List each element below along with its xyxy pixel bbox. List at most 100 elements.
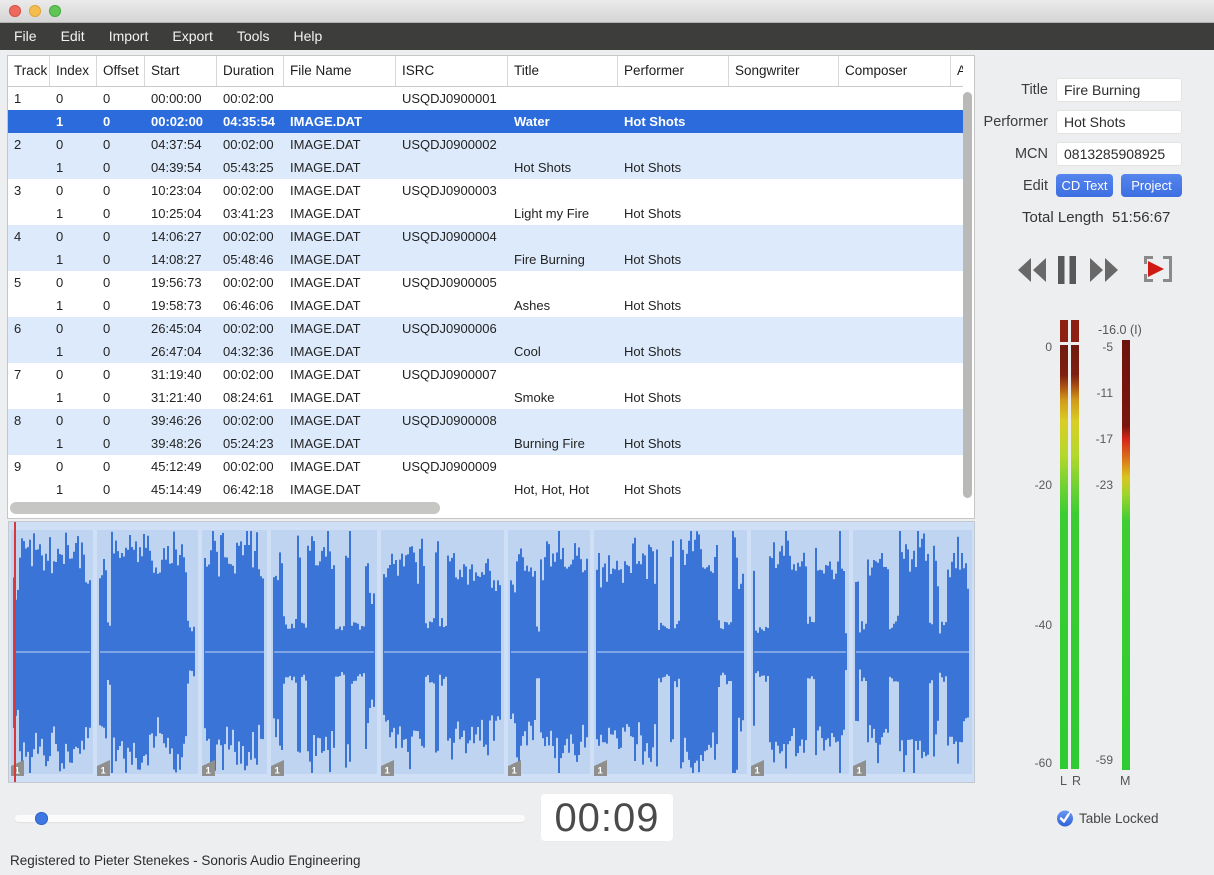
cell-performer: Hot Shots: [618, 386, 729, 409]
cell-isrc: [396, 248, 508, 271]
cell-performer: [618, 455, 729, 478]
cell-offset: 0: [97, 478, 145, 501]
cell-start: 26:47:04: [145, 340, 217, 363]
cd-text-button[interactable]: CD Text: [1056, 174, 1113, 197]
column-header-songwriter[interactable]: Songwriter: [729, 56, 839, 86]
cell-start: 19:58:73: [145, 294, 217, 317]
cell-title: Light my Fire: [508, 202, 618, 225]
cell-title: [508, 271, 618, 294]
cell-songwriter: [729, 133, 839, 156]
cell-duration: 03:41:23: [217, 202, 284, 225]
column-header-duration[interactable]: Duration: [217, 56, 284, 86]
rewind-button[interactable]: [1016, 257, 1048, 288]
playback-slider[interactable]: [15, 815, 525, 822]
table-row[interactable]: 80039:46:2600:02:00IMAGE.DATUSQDJ0900008: [8, 409, 963, 432]
column-header-offset[interactable]: Offset: [97, 56, 145, 86]
waveform-display[interactable]: 111111111: [8, 521, 975, 783]
table-row[interactable]: 1019:58:7306:46:06IMAGE.DATAshesHot Shot…: [8, 294, 963, 317]
cell-index: 0: [50, 87, 97, 110]
table-row[interactable]: 90045:12:4900:02:00IMAGE.DATUSQDJ0900009: [8, 455, 963, 478]
table-row[interactable]: 20004:37:5400:02:00IMAGE.DATUSQDJ0900002: [8, 133, 963, 156]
cell-isrc: USQDJ0900008: [396, 409, 508, 432]
table-row[interactable]: 30010:23:0400:02:00IMAGE.DATUSQDJ0900003: [8, 179, 963, 202]
horizontal-scrollbar[interactable]: [10, 502, 440, 514]
cell-duration: 00:02:00: [217, 317, 284, 340]
cell-start: 10:25:04: [145, 202, 217, 225]
menu-tools[interactable]: Tools: [225, 23, 282, 50]
svg-text:1: 1: [101, 766, 107, 777]
performer-label: Performer: [984, 114, 1048, 130]
cell-file: IMAGE.DAT: [284, 386, 396, 409]
cell-track: 8: [8, 409, 50, 432]
cell-performer: [618, 179, 729, 202]
table-row[interactable]: 1039:48:2605:24:23IMAGE.DATBurning FireH…: [8, 432, 963, 455]
menu-export[interactable]: Export: [160, 23, 224, 50]
performer-field[interactable]: Hot Shots: [1056, 110, 1182, 134]
table-row[interactable]: 10000:00:0000:02:00USQDJ0900001: [8, 87, 963, 110]
table-row[interactable]: 70031:19:4000:02:00IMAGE.DATUSQDJ0900007: [8, 363, 963, 386]
pause-button[interactable]: [1057, 256, 1077, 289]
title-field[interactable]: Fire Burning: [1056, 78, 1182, 102]
table-row[interactable]: 1026:47:0404:32:36IMAGE.DATCoolHot Shots: [8, 340, 963, 363]
column-header-composer[interactable]: Composer: [839, 56, 951, 86]
cell-start: 04:37:54: [145, 133, 217, 156]
table-row[interactable]: 1031:21:4008:24:61IMAGE.DATSmokeHot Shot…: [8, 386, 963, 409]
menu-help[interactable]: Help: [282, 23, 335, 50]
cell-performer: Hot Shots: [618, 248, 729, 271]
cell-isrc: [396, 386, 508, 409]
mcn-field[interactable]: 0813285908925: [1056, 142, 1182, 166]
column-header-performer[interactable]: Performer: [618, 56, 729, 86]
menu-file[interactable]: File: [2, 23, 49, 50]
cell-duration: 00:02:00: [217, 133, 284, 156]
table-row[interactable]: 1000:02:0004:35:54IMAGE.DATWaterHot Shot…: [8, 110, 963, 133]
cell-file: IMAGE.DAT: [284, 179, 396, 202]
cell-arranger: [951, 156, 963, 179]
cell-offset: 0: [97, 179, 145, 202]
fast-forward-button[interactable]: [1088, 257, 1120, 288]
column-header-file-name[interactable]: File Name: [284, 56, 396, 86]
table-row[interactable]: 40014:06:2700:02:00IMAGE.DATUSQDJ0900004: [8, 225, 963, 248]
cell-file: IMAGE.DAT: [284, 363, 396, 386]
cell-start: 26:45:04: [145, 317, 217, 340]
project-button[interactable]: Project: [1121, 174, 1182, 197]
column-header-track[interactable]: Track: [8, 56, 50, 86]
column-header-isrc[interactable]: ISRC: [396, 56, 508, 86]
table-row[interactable]: 1045:14:4906:42:18IMAGE.DATHot, Hot, Hot…: [8, 478, 963, 501]
cell-title: Smoke: [508, 386, 618, 409]
cell-title: [508, 133, 618, 156]
cell-songwriter: [729, 409, 839, 432]
cell-track: 1: [8, 87, 50, 110]
column-header-title[interactable]: Title: [508, 56, 618, 86]
mcn-label: MCN: [1015, 146, 1048, 162]
menu-import[interactable]: Import: [97, 23, 161, 50]
lr-scale-20: -20: [1020, 478, 1052, 492]
playback-slider-thumb[interactable]: [35, 812, 48, 825]
zoom-button[interactable]: [49, 5, 61, 17]
table-locked-checkbox[interactable]: [1056, 809, 1074, 832]
table-row[interactable]: 1004:39:5405:43:25IMAGE.DATHot ShotsHot …: [8, 156, 963, 179]
table-row[interactable]: 60026:45:0400:02:00IMAGE.DATUSQDJ0900006: [8, 317, 963, 340]
play-selection-button[interactable]: [1140, 252, 1176, 291]
cell-arranger: [951, 248, 963, 271]
cell-composer: [839, 110, 951, 133]
column-header-start[interactable]: Start: [145, 56, 217, 86]
cell-isrc: [396, 478, 508, 501]
time-display: 00:09: [540, 793, 674, 842]
table-row[interactable]: 1014:08:2705:48:46IMAGE.DATFire BurningH…: [8, 248, 963, 271]
menu-edit[interactable]: Edit: [49, 23, 97, 50]
close-button[interactable]: [9, 5, 21, 17]
minimize-button[interactable]: [29, 5, 41, 17]
table-row[interactable]: 1010:25:0403:41:23IMAGE.DATLight my Fire…: [8, 202, 963, 225]
cell-file: IMAGE.DAT: [284, 455, 396, 478]
clip-indicator-right: [1071, 320, 1079, 342]
cell-songwriter: [729, 363, 839, 386]
play-selection-icon: [1140, 273, 1176, 290]
track-table: TrackIndexOffsetStartDurationFile NameIS…: [7, 55, 975, 519]
cell-file: IMAGE.DAT: [284, 340, 396, 363]
vertical-scrollbar[interactable]: [963, 92, 972, 498]
column-header-index[interactable]: Index: [50, 56, 97, 86]
table-row[interactable]: 50019:56:7300:02:00IMAGE.DATUSQDJ0900005: [8, 271, 963, 294]
cell-arranger: [951, 409, 963, 432]
m-scale-5: -5: [1081, 340, 1113, 354]
column-header-arr[interactable]: Arr: [951, 56, 963, 86]
